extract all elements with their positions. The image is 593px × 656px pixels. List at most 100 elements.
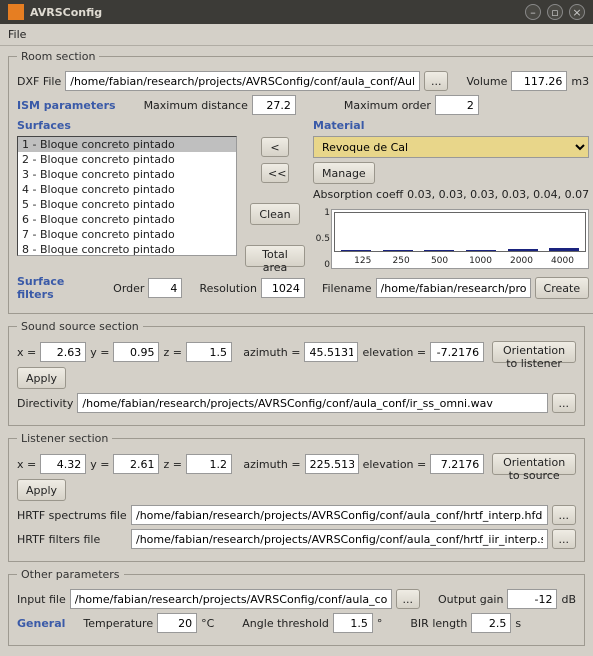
hrtf-spec-label: HRTF spectrums file	[17, 509, 127, 522]
bir-field[interactable]	[471, 613, 511, 633]
ytick-1: 1	[324, 208, 330, 218]
maxorder-label: Maximum order	[344, 99, 431, 112]
list-item[interactable]: 5 - Bloque concreto pintado	[18, 197, 236, 212]
hrtf-filt-label: HRTF filters file	[17, 533, 127, 546]
directivity-browse-button[interactable]: ...	[552, 393, 577, 413]
other-legend: Other parameters	[17, 568, 124, 581]
ls-z-field[interactable]	[186, 454, 232, 474]
menu-file[interactable]: File	[8, 28, 26, 41]
hrtf-spec-browse-button[interactable]: ...	[552, 505, 577, 525]
app-icon	[8, 4, 24, 20]
ss-x-label: x =	[17, 346, 36, 359]
ss-y-field[interactable]	[113, 342, 159, 362]
ls-x-label: x =	[17, 458, 36, 471]
xtick-125: 125	[354, 256, 371, 266]
temp-label: Temperature	[83, 617, 153, 630]
order-label: Order	[113, 282, 144, 295]
angle-label: Angle threshold	[242, 617, 329, 630]
temp-field[interactable]	[157, 613, 197, 633]
menubar: File	[0, 24, 593, 46]
ls-az-label: azimuth =	[243, 458, 300, 471]
much-less-button[interactable]: <<	[261, 163, 289, 183]
minimize-icon[interactable]: –	[525, 4, 541, 20]
material-select[interactable]: Revoque de Cal	[313, 136, 589, 158]
list-item[interactable]: 8 - Bloque concreto pintado	[18, 242, 236, 256]
chart-bar	[341, 250, 371, 251]
close-icon[interactable]: ×	[569, 4, 585, 20]
dxf-browse-button[interactable]: ...	[424, 71, 449, 91]
less-button[interactable]: <	[261, 137, 289, 157]
ss-el-field[interactable]	[430, 342, 484, 362]
input-file-label: Input file	[17, 593, 66, 606]
directivity-field[interactable]	[77, 393, 547, 413]
resolution-label: Resolution	[199, 282, 256, 295]
list-item[interactable]: 6 - Bloque concreto pintado	[18, 212, 236, 227]
create-button[interactable]: Create	[535, 277, 590, 299]
ls-y-field[interactable]	[113, 454, 159, 474]
sound-section: Sound source section x = y = z = azimuth…	[8, 320, 585, 426]
orient-source-button[interactable]: Orientation to source	[492, 453, 576, 475]
ss-x-field[interactable]	[40, 342, 86, 362]
ls-el-field[interactable]	[430, 454, 484, 474]
dxf-path-input[interactable]	[65, 71, 420, 91]
hrtf-spec-field[interactable]	[131, 505, 548, 525]
clean-button[interactable]: Clean	[250, 203, 299, 225]
xtick-500: 500	[431, 256, 448, 266]
other-section: Other parameters Input file ... Output g…	[8, 568, 585, 646]
list-item[interactable]: 4 - Bloque concreto pintado	[18, 182, 236, 197]
manage-button[interactable]: Manage	[313, 162, 375, 184]
xtick-1000: 1000	[469, 256, 492, 266]
chart-bar	[466, 250, 496, 251]
hrtf-filt-browse-button[interactable]: ...	[552, 529, 577, 549]
window-title: AVRSConfig	[30, 6, 519, 19]
abs-label: Absorption coeff	[313, 188, 403, 201]
ytick-05: 0.5	[316, 234, 330, 244]
filename-label: Filename	[322, 282, 372, 295]
total-area-button[interactable]: Total area	[245, 245, 305, 267]
ss-z-field[interactable]	[186, 342, 232, 362]
surfaces-label: Surfaces	[17, 119, 237, 132]
volume-unit: m3	[571, 75, 589, 88]
ism-label: ISM parameters	[17, 99, 116, 112]
input-file-field[interactable]	[70, 589, 392, 609]
material-label: Material	[313, 119, 589, 132]
gain-field[interactable]	[507, 589, 557, 609]
list-item[interactable]: 3 - Bloque concreto pintado	[18, 167, 236, 182]
maxorder-field[interactable]	[435, 95, 479, 115]
ls-y-label: y =	[90, 458, 109, 471]
titlebar: AVRSConfig – ▫ ×	[0, 0, 593, 24]
list-item[interactable]: 7 - Bloque concreto pintado	[18, 227, 236, 242]
room-section: Room section DXF File ... Volume m3 ISM …	[8, 50, 593, 314]
ss-az-label: azimuth =	[243, 346, 300, 359]
xtick-2000: 2000	[510, 256, 533, 266]
ls-az-field[interactable]	[305, 454, 359, 474]
angle-unit: °	[377, 617, 383, 630]
order-field[interactable]	[148, 278, 182, 298]
list-item[interactable]: 1 - Bloque concreto pintado	[18, 137, 236, 152]
hrtf-filt-field[interactable]	[131, 529, 548, 549]
ss-z-label: z =	[163, 346, 182, 359]
orient-listener-button[interactable]: Orientation to listener	[492, 341, 576, 363]
ls-x-field[interactable]	[40, 454, 86, 474]
maximize-icon[interactable]: ▫	[547, 4, 563, 20]
ss-az-field[interactable]	[304, 342, 358, 362]
ss-apply-button[interactable]: Apply	[17, 367, 66, 389]
abs-values: 0.03, 0.03, 0.03, 0.03, 0.04, 0.07	[407, 188, 589, 201]
directivity-label: Directivity	[17, 397, 73, 410]
absorption-chart: 1 0.5 0 125 250 500 1000 2000 4000	[331, 209, 589, 269]
filename-field[interactable]	[376, 278, 531, 298]
volume-field[interactable]	[511, 71, 567, 91]
chart-bar	[549, 248, 579, 251]
list-item[interactable]: 2 - Bloque concreto pintado	[18, 152, 236, 167]
surfaces-list[interactable]: 1 - Bloque concreto pintado2 - Bloque co…	[17, 136, 237, 256]
resolution-field[interactable]	[261, 278, 305, 298]
volume-label: Volume	[466, 75, 507, 88]
angle-field[interactable]	[333, 613, 373, 633]
chart-bar	[383, 250, 413, 251]
chart-bar	[424, 250, 454, 251]
sound-legend: Sound source section	[17, 320, 143, 333]
ytick-0: 0	[324, 260, 330, 270]
maxdist-field[interactable]	[252, 95, 296, 115]
input-file-browse-button[interactable]: ...	[396, 589, 421, 609]
ls-apply-button[interactable]: Apply	[17, 479, 66, 501]
